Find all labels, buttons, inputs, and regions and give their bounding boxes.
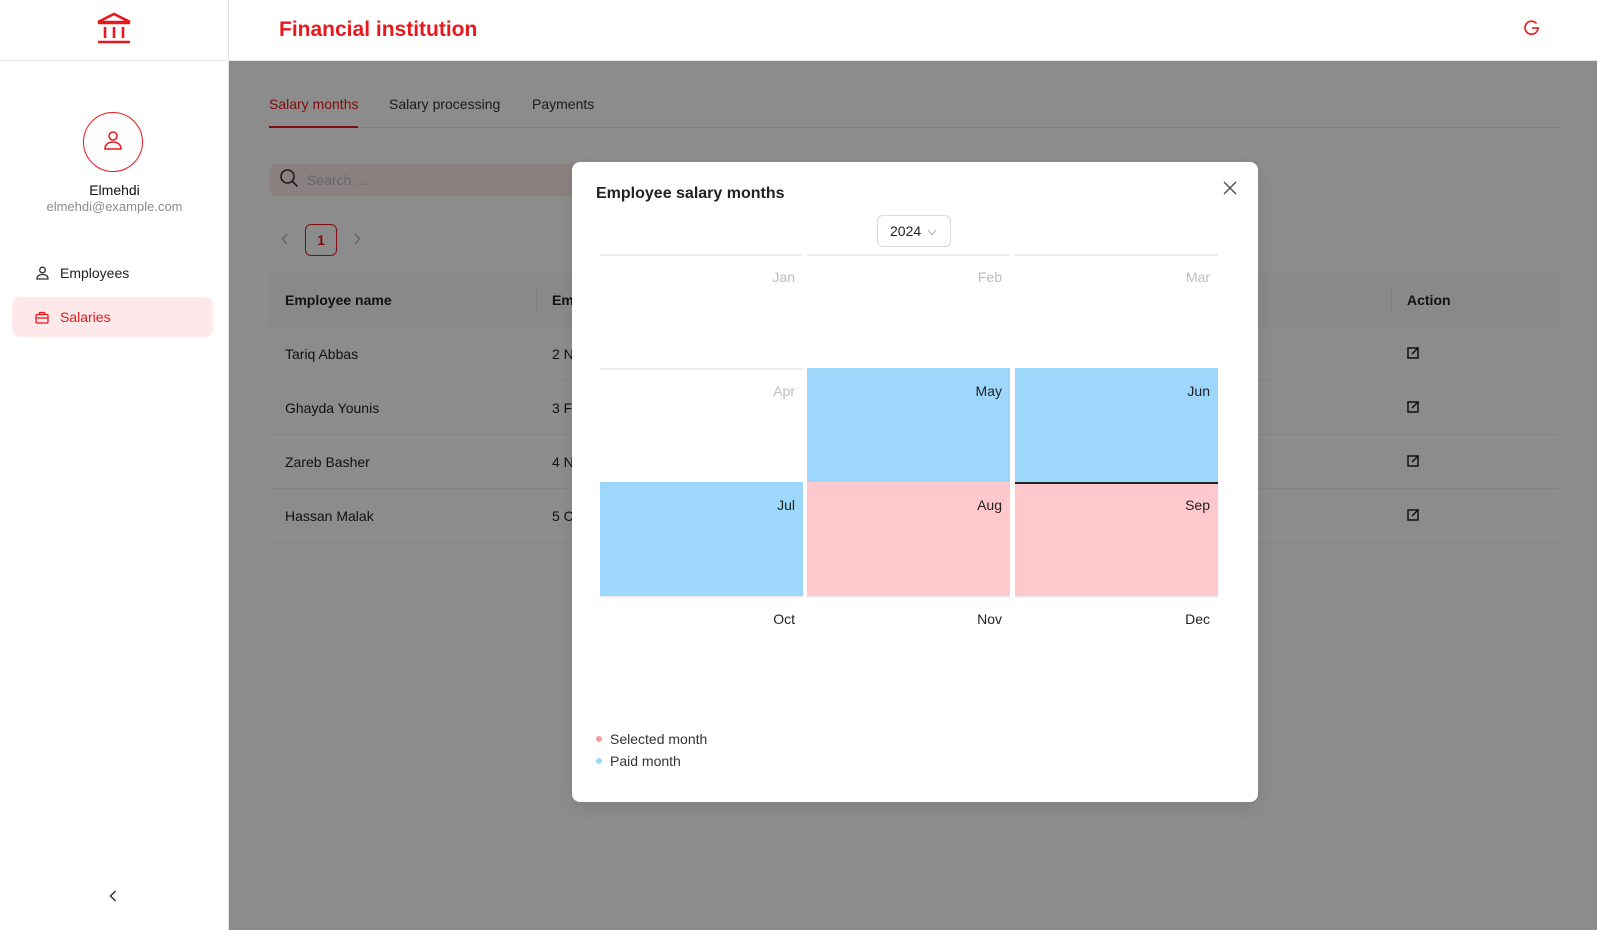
chevron-down-icon bbox=[927, 223, 937, 239]
legend-label: Paid month bbox=[610, 753, 681, 769]
logo-area bbox=[0, 0, 229, 61]
sidebar-item-employees[interactable]: Employees bbox=[12, 253, 213, 293]
month-cell-sep[interactable]: Sep bbox=[1015, 482, 1218, 598]
month-cell-dec[interactable]: Dec bbox=[1015, 596, 1218, 712]
month-grid: Jan Feb Mar Apr May Jun Jul Aug Sep Oct … bbox=[600, 254, 1229, 628]
user-email: elmehdi@example.com bbox=[46, 199, 183, 214]
collapse-sidebar-button[interactable] bbox=[104, 889, 122, 907]
briefcase-icon bbox=[35, 310, 49, 324]
salary-months-modal: Employee salary months 2024 Jan Feb Mar … bbox=[572, 162, 1258, 802]
sidebar-item-salaries[interactable]: Salaries bbox=[12, 297, 213, 337]
legend-item-selected: Selected month bbox=[596, 728, 707, 750]
year-value: 2024 bbox=[890, 223, 922, 239]
month-cell-nov[interactable]: Nov bbox=[807, 596, 1010, 712]
app-header: Financial institution bbox=[0, 0, 1597, 61]
month-cell-mar[interactable]: Mar bbox=[1015, 254, 1218, 370]
logout-button[interactable] bbox=[1521, 19, 1543, 41]
month-cell-jun[interactable]: Jun bbox=[1015, 368, 1218, 484]
sidebar-item-label: Salaries bbox=[60, 309, 111, 325]
user-icon bbox=[101, 128, 125, 157]
user-name: Elmehdi bbox=[89, 182, 140, 198]
legend-item-paid: Paid month bbox=[596, 750, 707, 772]
legend-label: Selected month bbox=[610, 731, 708, 747]
legend: Selected month Paid month bbox=[596, 728, 707, 772]
year-select[interactable]: 2024 bbox=[877, 215, 951, 247]
month-cell-feb[interactable]: Feb bbox=[807, 254, 1010, 370]
month-cell-apr[interactable]: Apr bbox=[600, 368, 803, 484]
logout-icon bbox=[1523, 19, 1541, 42]
month-cell-jul[interactable]: Jul bbox=[600, 482, 803, 598]
bank-icon bbox=[95, 11, 133, 50]
app-title: Financial institution bbox=[279, 18, 478, 41]
avatar bbox=[83, 112, 143, 172]
month-cell-oct[interactable]: Oct bbox=[600, 596, 803, 712]
close-icon bbox=[1223, 180, 1237, 200]
sidebar-item-label: Employees bbox=[60, 265, 130, 281]
chevron-left-icon bbox=[108, 889, 118, 908]
user-icon bbox=[35, 266, 49, 280]
legend-dot bbox=[596, 758, 602, 764]
sidebar: Elmehdi elmehdi@example.com Employees Sa… bbox=[0, 61, 229, 930]
legend-dot bbox=[596, 736, 602, 742]
month-cell-may[interactable]: May bbox=[807, 368, 1010, 484]
modal-title: Employee salary months bbox=[596, 185, 785, 202]
month-cell-jan[interactable]: Jan bbox=[600, 254, 803, 370]
month-cell-aug[interactable]: Aug bbox=[807, 482, 1010, 598]
close-button[interactable] bbox=[1222, 180, 1238, 200]
